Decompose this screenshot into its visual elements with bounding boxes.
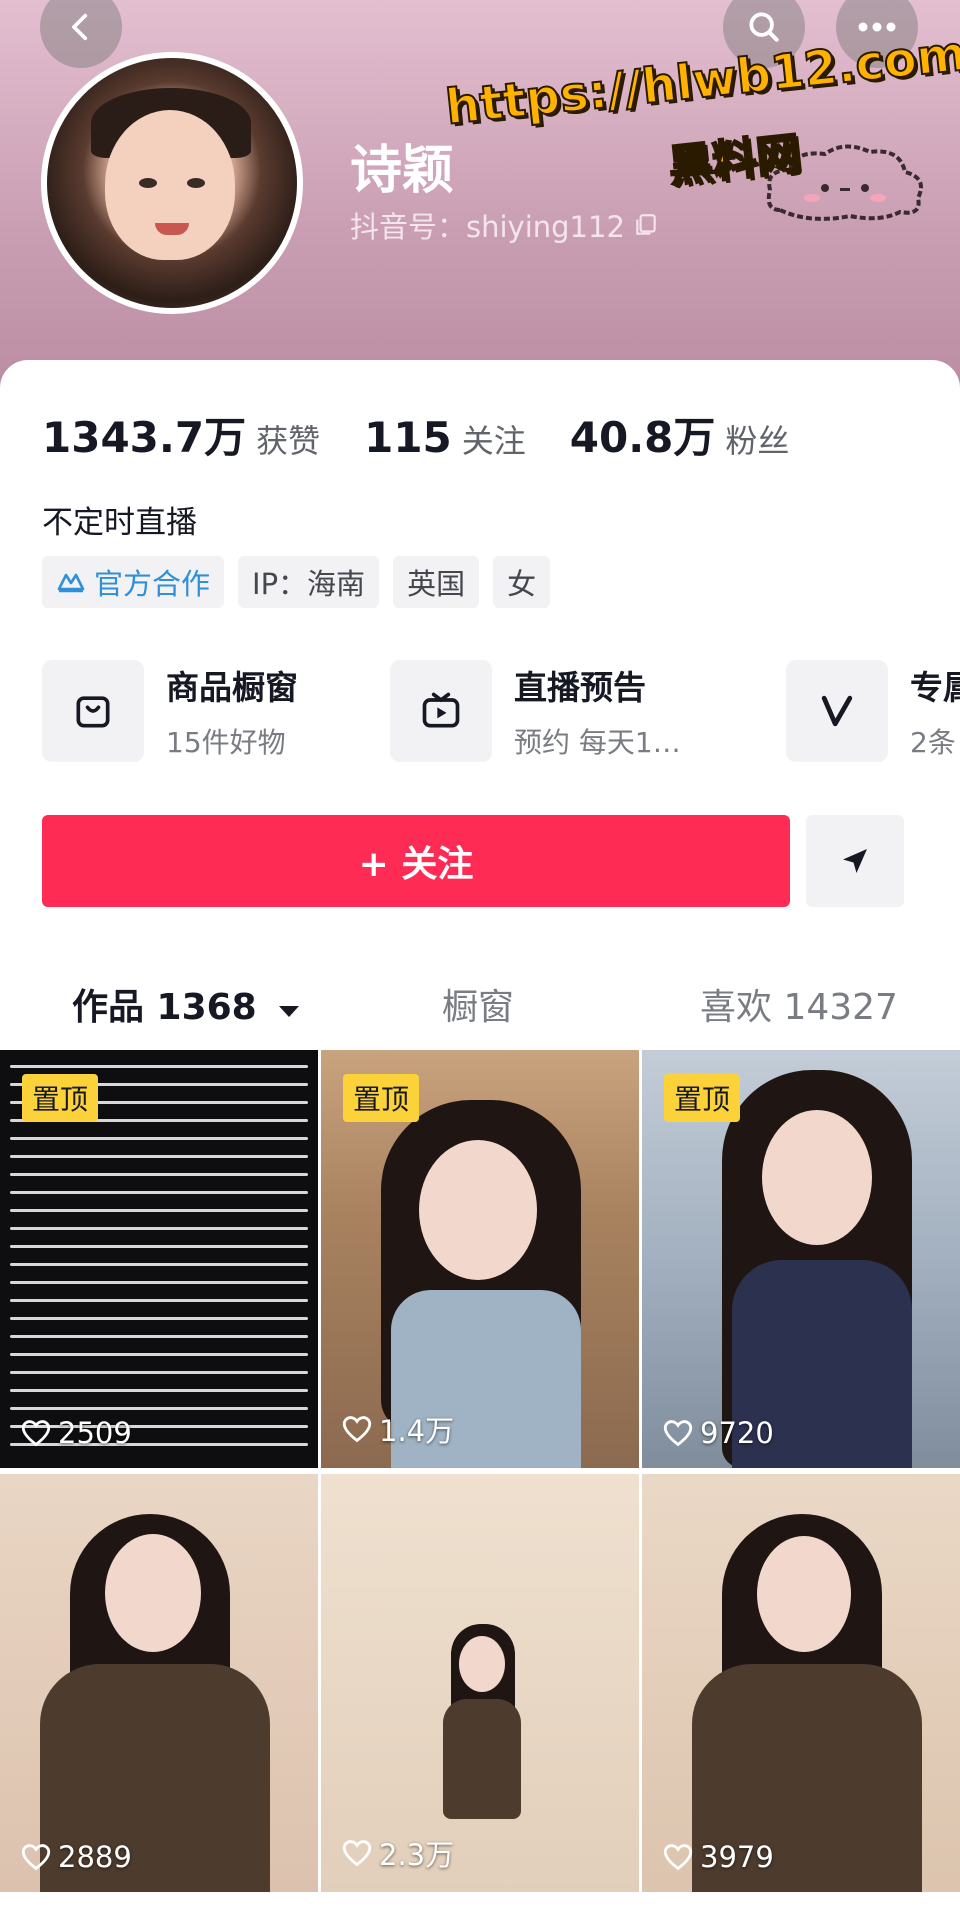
likes-count: 1343.7万 — [42, 413, 247, 462]
following-count[interactable]: 115 — [364, 413, 452, 462]
service-title: 商品橱窗 — [166, 668, 298, 707]
service-subtitle: 2条 — [910, 726, 956, 759]
caret-down-icon — [279, 1006, 300, 1017]
copy-icon[interactable] — [633, 212, 659, 238]
shopping-bag-icon — [76, 696, 110, 728]
likes-label: 获赞 — [256, 422, 321, 460]
watermark-site: 黑料网 — [665, 127, 804, 194]
heart-icon — [663, 1420, 693, 1447]
video-thumbnail[interactable]: 3979 — [642, 1474, 960, 1892]
share-button[interactable] — [806, 815, 904, 907]
official-partner-tag[interactable]: 官方合作 — [42, 556, 225, 608]
heart-icon — [21, 1420, 51, 1447]
heart-icon — [663, 1844, 693, 1871]
video-likes: 2889 — [20, 1840, 132, 1874]
service-shop-window[interactable]: 商品橱窗 15件好物 — [42, 660, 298, 762]
service-title: 直播预告 — [514, 668, 646, 707]
more-dots-icon — [858, 22, 896, 32]
heart-icon — [21, 1844, 51, 1871]
video-thumbnail[interactable]: 置顶 9720 — [642, 1050, 960, 1468]
chevron-left-icon — [72, 13, 88, 41]
ip-location-tag: IP：海南 — [238, 556, 380, 608]
service-subtitle: 15件好物 — [166, 726, 286, 759]
tab-likes[interactable]: 喜欢 14327 — [700, 978, 898, 1030]
video-likes: 9720 — [662, 1416, 774, 1450]
video-likes: 3979 — [662, 1840, 774, 1874]
heart-icon — [342, 1840, 372, 1867]
search-icon — [749, 12, 779, 42]
followers-count[interactable]: 40.8万 — [570, 404, 716, 465]
follow-button[interactable]: + 关注 — [42, 815, 790, 907]
heart-icon — [342, 1416, 372, 1443]
pinned-badge: 置顶 — [664, 1074, 741, 1122]
profile-tags: 官方合作 IP：海南 英国 女 — [42, 556, 551, 608]
service-exclusive[interactable]: 专属 2条 — [786, 660, 960, 762]
avatar[interactable] — [41, 52, 303, 314]
v-badge-icon — [821, 695, 853, 727]
douyin-id-text: 抖音号：shiying112 — [350, 210, 625, 244]
country-tag: 英国 — [393, 556, 480, 608]
official-partner-icon — [57, 573, 85, 593]
profile-stats: 1343.7万 获赞 115 关注 40.8万 粉丝 — [42, 404, 833, 465]
tab-shop-window[interactable]: 橱窗 — [442, 978, 514, 1030]
video-thumbnail[interactable]: 2.3万 — [321, 1474, 639, 1892]
video-likes: 2.3万 — [341, 1832, 454, 1874]
profile-nickname: 诗颖 — [350, 141, 455, 201]
tab-works[interactable]: 作品 1368 — [72, 978, 301, 1030]
pinned-badge: 置顶 — [343, 1074, 420, 1122]
video-thumbnail[interactable]: 置顶 1.4万 — [321, 1050, 639, 1468]
followers-label[interactable]: 粉丝 — [725, 416, 789, 462]
pinned-badge: 置顶 — [22, 1074, 99, 1122]
douyin-id[interactable]: 抖音号：shiying112 — [350, 204, 659, 246]
service-title: 专属 — [910, 668, 960, 707]
service-live-preview[interactable]: 直播预告 预约 每天1… — [390, 660, 681, 762]
official-partner-label: 官方合作 — [94, 567, 211, 601]
profile-bio: 不定时直播 — [42, 505, 197, 541]
tab-works-label: 作品 1368 — [72, 987, 257, 1028]
video-likes: 2509 — [20, 1416, 132, 1450]
video-likes: 1.4万 — [341, 1408, 454, 1450]
send-arrow-icon — [843, 849, 867, 873]
services-row: 商品橱窗 15件好物 直播预告 预约 每天1… 专属 2条 — [42, 660, 960, 762]
video-thumbnail[interactable]: 2889 — [0, 1474, 318, 1892]
service-subtitle: 预约 每天1… — [514, 726, 681, 759]
live-tv-icon — [422, 692, 460, 728]
gender-tag: 女 — [493, 556, 551, 608]
following-label[interactable]: 关注 — [462, 416, 526, 462]
video-thumbnail[interactable]: 置顶 2509 — [0, 1050, 318, 1468]
